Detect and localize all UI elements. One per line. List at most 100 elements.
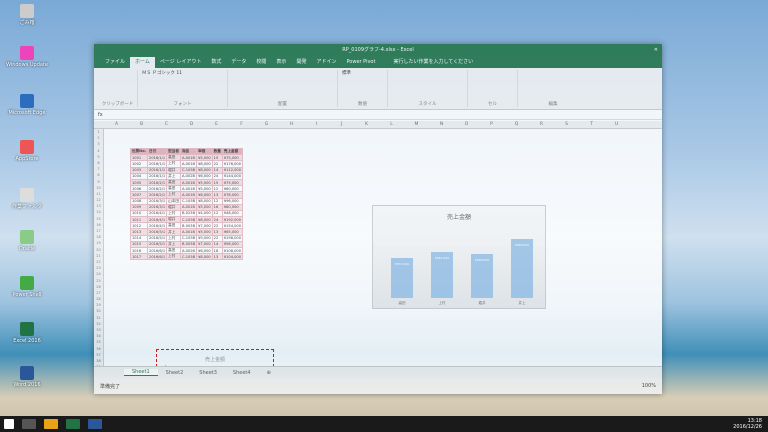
word-taskbar-icon[interactable] bbox=[88, 419, 102, 429]
column-header[interactable]: T bbox=[579, 121, 604, 128]
column-header[interactable]: C bbox=[154, 121, 179, 128]
bar-label: ¥849,000 bbox=[514, 242, 530, 247]
column-header[interactable]: P bbox=[479, 121, 504, 128]
desktop-icon[interactable]: AppStore bbox=[4, 140, 50, 162]
word-icon bbox=[20, 366, 34, 380]
tab-addin[interactable]: アドイン bbox=[311, 57, 341, 68]
desktop-icon[interactable]: Word 2016 bbox=[4, 366, 50, 388]
search-box[interactable]: 実行したい作業を入力してください bbox=[388, 57, 478, 68]
column-header[interactable]: H bbox=[279, 121, 304, 128]
chart-bar[interactable]: ¥628,000 bbox=[471, 254, 493, 298]
recycle-icon bbox=[20, 4, 34, 18]
column-header[interactable]: I bbox=[304, 121, 329, 128]
row-headers: 1 2 3 4 5 6 7 8 9 10 11 12 13 14 15 16 17 18 19 20 21 22 23 24 2… bbox=[94, 129, 104, 377]
category-label: 堀井 bbox=[478, 301, 486, 305]
column-header[interactable]: S bbox=[554, 121, 579, 128]
ribbon-group: 編集 bbox=[548, 102, 558, 107]
desktop-icon[interactable]: Oracle bbox=[4, 230, 50, 252]
chart-bar[interactable]: ¥572,000 bbox=[391, 257, 413, 298]
zoom-level[interactable]: 100% bbox=[642, 383, 656, 389]
column-header[interactable]: Q bbox=[504, 121, 529, 128]
column-header[interactable]: L bbox=[379, 121, 404, 128]
column-header[interactable]: A bbox=[104, 121, 129, 128]
taskbar: 13:18 2016/12/26 bbox=[0, 416, 768, 432]
search-icon[interactable] bbox=[22, 419, 36, 429]
column-header[interactable]: R bbox=[529, 121, 554, 128]
ribbon-tabs: ファイル ホーム ページ レイアウト 数式 データ 校閲 表示 開発 アドイン … bbox=[94, 56, 662, 68]
tab-view[interactable]: 表示 bbox=[271, 57, 291, 68]
desktop-icon[interactable]: 作業フォルダ bbox=[4, 188, 50, 210]
close-icon[interactable]: ✕ bbox=[654, 44, 658, 56]
sheet-tab[interactable]: Sheet4 bbox=[225, 370, 259, 376]
number-format[interactable]: 標準 bbox=[342, 71, 351, 76]
column-header[interactable]: J bbox=[329, 121, 354, 128]
ribbon: クリップボード ＭＳ Ｐゴシック 11 フォント 配置 標準 数値 スタイル セル … bbox=[94, 68, 662, 110]
tab-home[interactable]: ホーム bbox=[130, 57, 155, 68]
column-headers: ABCDEFGHIJKLMNOPQRSTU bbox=[94, 121, 662, 129]
chart-bar[interactable]: ¥849,000 bbox=[511, 238, 533, 298]
header-cell[interactable]: 担当者 bbox=[166, 147, 181, 156]
tab-review[interactable]: 校閲 bbox=[251, 57, 271, 68]
tab-layout[interactable]: ページ レイアウト bbox=[155, 57, 207, 68]
desktop-icon[interactable]: Microsoft Edge bbox=[4, 94, 50, 116]
bar-label: ¥662,000 bbox=[434, 255, 450, 260]
column-header[interactable]: O bbox=[454, 121, 479, 128]
column-header[interactable]: M bbox=[404, 121, 429, 128]
size-select[interactable]: 11 bbox=[176, 71, 182, 76]
formula-bar[interactable]: fx bbox=[94, 110, 662, 120]
font-select[interactable]: ＭＳ Ｐゴシック bbox=[142, 71, 175, 76]
bar-label: ¥628,000 bbox=[474, 258, 490, 263]
ribbon-group: 標準 数値 bbox=[338, 70, 388, 107]
desktop-icon[interactable]: Power Shell bbox=[4, 276, 50, 298]
column-header[interactable]: D bbox=[179, 121, 204, 128]
column-header[interactable]: B bbox=[129, 121, 154, 128]
add-sheet-icon[interactable]: ⊕ bbox=[259, 370, 279, 376]
table-cell[interactable]: ¥8,000 bbox=[196, 253, 213, 261]
category-label: 高田 bbox=[398, 301, 406, 305]
column-header[interactable]: K bbox=[354, 121, 379, 128]
spreadsheet[interactable]: ABCDEFGHIJKLMNOPQRSTU 1 2 3 4 5 6 7 8 9 10 11 12 13 1… bbox=[94, 121, 662, 377]
table-cell[interactable]: ¥104,000 bbox=[221, 253, 244, 261]
column-header[interactable]: G bbox=[254, 121, 279, 128]
column-header[interactable]: U bbox=[604, 121, 629, 128]
ribbon-group: クリップボード bbox=[98, 70, 138, 107]
table-cell[interactable]: 山本田 bbox=[166, 197, 181, 205]
table-cell[interactable]: 1017 bbox=[129, 253, 149, 261]
folder-icon[interactable] bbox=[44, 419, 58, 429]
desktop-icon[interactable]: Excel 2016 bbox=[4, 322, 50, 344]
app-icon bbox=[20, 94, 34, 108]
sheet-tab[interactable]: Sheet2 bbox=[158, 370, 192, 376]
clock[interactable]: 13:18 2016/12/26 bbox=[733, 418, 768, 430]
table-cell[interactable]: 2016/6/1 bbox=[147, 253, 168, 261]
desktop-icon[interactable]: Windows Update bbox=[4, 46, 50, 68]
tab-powerpivot[interactable]: Power Pivot bbox=[341, 57, 380, 68]
table-row: 1017 2016/6/1 上村 C-105B ¥8,000 13 ¥104,000 bbox=[129, 253, 244, 261]
column-header[interactable]: F bbox=[229, 121, 254, 128]
column-header[interactable]: E bbox=[204, 121, 229, 128]
ribbon-group: セル bbox=[468, 70, 518, 107]
column-header[interactable]: N bbox=[429, 121, 454, 128]
pie-title: 売上金額 bbox=[204, 357, 225, 363]
ribbon-group: 配置 bbox=[228, 70, 338, 107]
tab-data[interactable]: データ bbox=[226, 57, 251, 68]
sheet-tab[interactable]: Sheet3 bbox=[191, 370, 225, 376]
tab-formulas[interactable]: 数式 bbox=[206, 57, 226, 68]
excel-icon bbox=[20, 322, 34, 336]
status-mode: 準備完了 bbox=[100, 383, 121, 390]
table-cell[interactable]: 上村 bbox=[166, 253, 181, 261]
sheet-tab[interactable]: Sheet1 bbox=[124, 369, 158, 376]
bar-chart[interactable]: 売上金額 ¥572,000 高田 ¥662,000 上村 ¥628,000 堀井 ¥849,… bbox=[372, 205, 546, 309]
start-icon[interactable] bbox=[4, 419, 14, 429]
header-cell[interactable]: 伝票No. bbox=[129, 147, 149, 156]
excel-window: RP_0109グラフ-4.xlsx - Excel ✕ ファイル ホーム ページ … bbox=[94, 44, 662, 394]
tab-dev[interactable]: 開発 bbox=[291, 57, 311, 68]
tab-file[interactable]: ファイル bbox=[100, 57, 130, 68]
table-cell[interactable]: C-105B bbox=[179, 253, 198, 261]
chart-title: 売上金額 bbox=[446, 214, 471, 221]
desktop-icon[interactable]: ごみ箱 bbox=[4, 4, 50, 26]
header-cell[interactable]: 数量 bbox=[211, 147, 223, 156]
table-cell[interactable]: 13 bbox=[211, 253, 223, 261]
data-table[interactable]: 伝票No. 日付 担当者 商品 単価 数量 売上金額 1001 2016/1/1 高田 A-001B… bbox=[129, 147, 244, 261]
excel-taskbar-icon[interactable] bbox=[66, 419, 80, 429]
chart-bar[interactable]: ¥662,000 bbox=[431, 251, 453, 298]
